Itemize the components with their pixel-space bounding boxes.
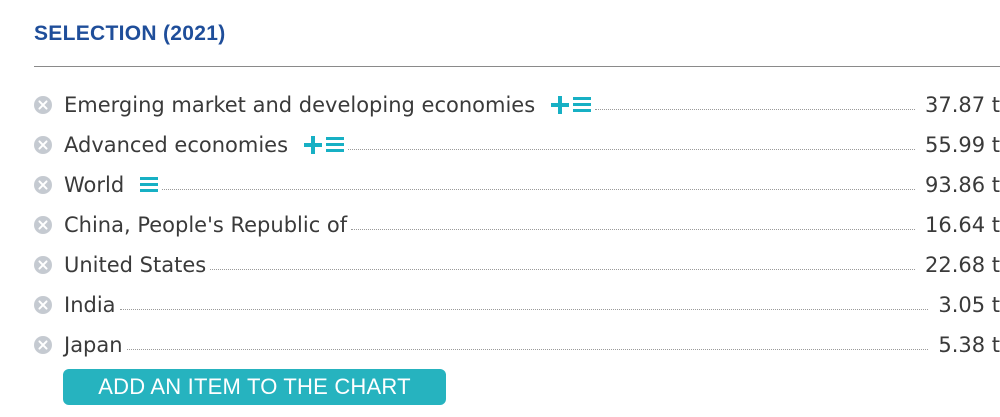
remove-icon[interactable] bbox=[34, 296, 52, 314]
list-item: India 3.05 t bbox=[34, 285, 1000, 325]
remove-icon[interactable] bbox=[34, 176, 52, 194]
item-label: Emerging market and developing economies bbox=[64, 93, 536, 117]
remove-icon[interactable] bbox=[34, 336, 52, 354]
plus-icon[interactable] bbox=[304, 136, 323, 154]
section-title: SELECTION (2021) bbox=[34, 22, 226, 45]
dotted-leader bbox=[351, 228, 915, 230]
list-item: Advanced economies 55.99 t bbox=[34, 125, 1000, 165]
list-item: Emerging market and developing economies… bbox=[34, 85, 1000, 125]
remove-icon[interactable] bbox=[34, 96, 52, 114]
list-icon[interactable] bbox=[326, 137, 345, 153]
dotted-leader bbox=[126, 348, 929, 350]
item-label: United States bbox=[64, 253, 207, 277]
item-label: India bbox=[64, 293, 116, 317]
list-item: World 93.86 t bbox=[34, 165, 1000, 205]
selection-list: Emerging market and developing economies… bbox=[34, 85, 1000, 365]
remove-icon[interactable] bbox=[34, 136, 52, 154]
item-value: 16.64 t bbox=[924, 213, 1000, 237]
plus-icon[interactable] bbox=[551, 96, 570, 114]
item-value: 5.38 t bbox=[938, 333, 1000, 357]
list-item: United States 22.68 t bbox=[34, 245, 1000, 285]
list-item: Japan 5.38 t bbox=[34, 325, 1000, 365]
dotted-leader bbox=[119, 308, 929, 310]
dotted-leader bbox=[348, 148, 915, 150]
item-value: 22.68 t bbox=[924, 253, 1000, 277]
item-value: 93.86 t bbox=[924, 173, 1000, 197]
divider bbox=[34, 66, 1000, 67]
item-value: 55.99 t bbox=[924, 133, 1000, 157]
list-item: China, People's Republic of 16.64 t bbox=[34, 205, 1000, 245]
item-actions bbox=[304, 136, 345, 154]
item-label: Japan bbox=[64, 333, 123, 357]
remove-icon[interactable] bbox=[34, 256, 52, 274]
dotted-leader bbox=[595, 108, 915, 110]
list-icon[interactable] bbox=[140, 177, 159, 193]
item-value: 3.05 t bbox=[938, 293, 1000, 317]
add-item-button[interactable]: ADD AN ITEM TO THE CHART bbox=[63, 369, 446, 405]
item-actions bbox=[551, 96, 592, 114]
remove-icon[interactable] bbox=[34, 216, 52, 234]
list-icon[interactable] bbox=[573, 97, 592, 113]
item-label: World bbox=[64, 173, 125, 197]
item-label: Advanced economies bbox=[64, 133, 289, 157]
item-value: 37.87 t bbox=[924, 93, 1000, 117]
dotted-leader bbox=[162, 188, 915, 190]
item-label: China, People's Republic of bbox=[64, 213, 348, 237]
item-actions bbox=[140, 177, 159, 193]
dotted-leader bbox=[210, 268, 915, 270]
